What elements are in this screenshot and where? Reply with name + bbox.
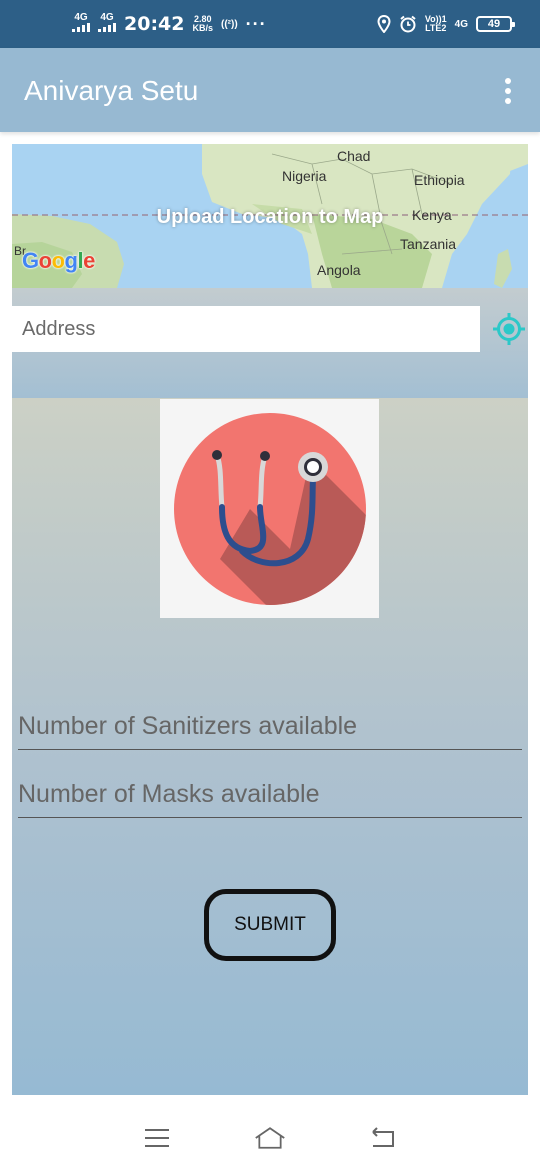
signal-2: 4G — [98, 13, 116, 35]
signal-bars-icon — [98, 23, 116, 32]
address-section — [12, 288, 528, 398]
upload-location-button[interactable]: Upload Location to Map — [12, 206, 528, 229]
signal-1: 4G — [72, 13, 90, 35]
battery-level: 49 — [487, 18, 501, 30]
alarm-icon — [400, 15, 416, 33]
my-location-icon[interactable] — [492, 312, 526, 346]
network-speed: 2.80 KB/s — [192, 15, 213, 33]
app-title: Anivarya Setu — [24, 75, 199, 106]
location-pin-icon — [377, 15, 391, 33]
map-label-ethiopia: Ethiopia — [414, 172, 465, 188]
speed-unit: KB/s — [192, 23, 213, 33]
battery-icon: 49 — [476, 16, 515, 32]
map-label-chad: Chad — [337, 148, 371, 164]
masks-field[interactable] — [18, 772, 522, 818]
submit-button[interactable]: SUBMIT — [204, 889, 336, 961]
clock: 20:42 — [124, 13, 185, 35]
map-label-nigeria: Nigeria — [282, 168, 327, 184]
lte-label: LTE2 — [425, 23, 447, 33]
stethoscope-icon — [174, 413, 366, 605]
net-4g-icon: 4G — [454, 18, 468, 30]
status-bar: 4G 4G 20:42 2.80 KB/s ((²)) ··· Vo))1 LT… — [0, 0, 540, 48]
network-type-1: 4G — [74, 12, 88, 23]
network-type-2: 4G — [100, 12, 114, 23]
home-icon[interactable] — [254, 1124, 286, 1152]
hotspot-icon: ((²)) — [221, 18, 238, 30]
google-logo: Google — [22, 248, 95, 273]
main-content: Chad Nigeria Ethiopia Kenya Tanzania Ang… — [12, 144, 528, 1095]
app-bar: Anivarya Setu — [0, 48, 540, 132]
map-view[interactable]: Chad Nigeria Ethiopia Kenya Tanzania Ang… — [12, 144, 528, 288]
map-label-tanzania: Tanzania — [400, 236, 457, 252]
signal-bars-icon — [72, 23, 90, 32]
back-icon[interactable] — [367, 1124, 399, 1152]
volte-indicator: Vo))1 LTE2 — [425, 15, 447, 33]
sanitizers-field[interactable] — [18, 704, 522, 750]
more-notifications-icon: ··· — [245, 14, 267, 34]
map-label-angola: Angola — [317, 262, 361, 278]
overflow-menu-icon[interactable] — [500, 76, 516, 106]
app-logo — [160, 399, 379, 618]
address-input[interactable] — [12, 306, 480, 352]
system-nav-bar — [0, 1106, 540, 1170]
recents-icon[interactable] — [141, 1124, 173, 1152]
